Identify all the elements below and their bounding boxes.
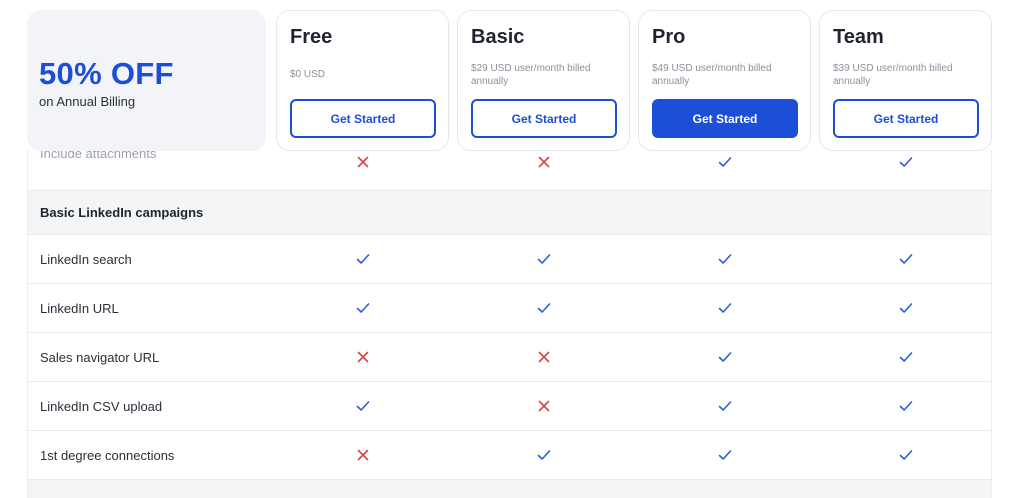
check-icon: [710, 382, 740, 430]
promo-title: 50% OFF: [39, 56, 174, 91]
feature-label: 1st degree connections: [40, 447, 175, 463]
plan-price: $39 USD user/month billed annually: [833, 63, 953, 87]
plan-price: $0 USD: [290, 69, 326, 80]
check-icon: [891, 382, 921, 430]
get-started-button-pro[interactable]: Get Started: [652, 99, 798, 138]
pricing-header: 50% OFF on Annual Billing Free $0 USD Ge…: [0, 0, 1024, 151]
check-icon: [348, 235, 378, 283]
check-icon: [710, 235, 740, 283]
table-row: Include attachments: [28, 146, 991, 191]
get-started-button-free[interactable]: Get Started: [290, 99, 436, 138]
table-row: 1st degree connections: [28, 431, 991, 480]
feature-comparison-table: Include attachments Basic LinkedIn campa…: [27, 146, 992, 498]
plan-card-team: Team $39 USD user/month billed annually …: [819, 10, 992, 151]
plan-name: Free: [290, 26, 333, 48]
section-title: Basic LinkedIn campaigns: [40, 205, 204, 220]
table-row: LinkedIn CSV upload: [28, 382, 991, 431]
check-icon: [529, 431, 559, 479]
check-icon: [529, 284, 559, 332]
plan-name: Team: [833, 26, 884, 48]
cross-icon: [529, 382, 559, 430]
check-icon: [891, 235, 921, 283]
cross-icon: [348, 431, 378, 479]
plan-card-basic: Basic $29 USD user/month billed annually…: [457, 10, 630, 151]
cross-icon: [529, 333, 559, 381]
feature-label: LinkedIn CSV upload: [40, 398, 163, 414]
plan-price: $49 USD user/month billed annually: [652, 63, 772, 87]
check-icon: [710, 333, 740, 381]
feature-label: Sales navigator URL: [40, 349, 160, 365]
check-icon: [891, 333, 921, 381]
check-icon: [348, 284, 378, 332]
check-icon: [710, 284, 740, 332]
plan-card-pro: Pro $49 USD user/month billed annually G…: [638, 10, 811, 151]
plan-price: $29 USD user/month billed annually: [471, 63, 591, 87]
check-icon: [891, 284, 921, 332]
cross-icon: [348, 333, 378, 381]
get-started-button-basic[interactable]: Get Started: [471, 99, 617, 138]
check-icon: [710, 431, 740, 479]
promo-card: 50% OFF on Annual Billing: [27, 10, 266, 151]
table-row: LinkedIn URL: [28, 284, 991, 333]
plan-card-free: Free $0 USD Get Started: [276, 10, 449, 151]
check-icon: [529, 235, 559, 283]
table-row: Sales navigator URL: [28, 333, 991, 382]
feature-label: LinkedIn URL: [40, 300, 119, 316]
check-icon: [891, 431, 921, 479]
section-header: [28, 480, 991, 498]
promo-subtitle: on Annual Billing: [39, 94, 136, 109]
get-started-button-team[interactable]: Get Started: [833, 99, 979, 138]
check-icon: [348, 382, 378, 430]
feature-label: LinkedIn search: [40, 251, 132, 267]
plan-name: Basic: [471, 26, 525, 48]
plan-name: Pro: [652, 26, 686, 48]
section-header: Basic LinkedIn campaigns: [28, 191, 991, 235]
table-row: LinkedIn search: [28, 235, 991, 284]
